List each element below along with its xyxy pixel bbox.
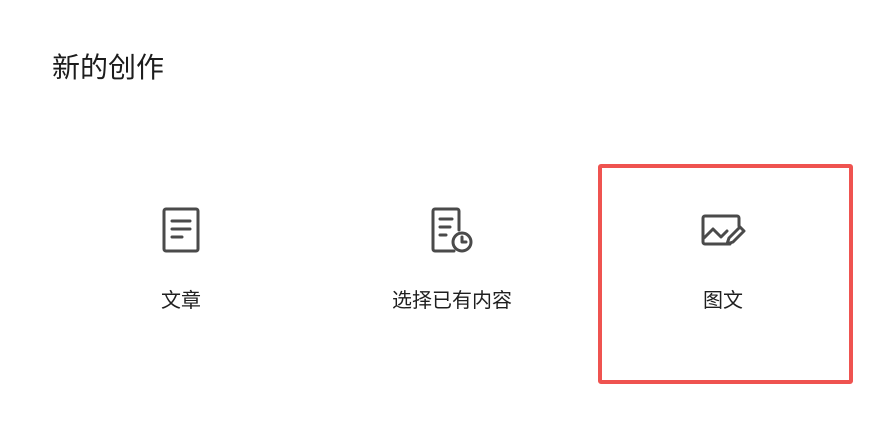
choose-existing-content-label: 选择已有内容: [392, 288, 512, 312]
image-text-option[interactable]: 图文: [600, 168, 846, 378]
image-text-label: 图文: [703, 288, 743, 312]
document-icon: [157, 206, 205, 254]
page-title: 新的创作: [52, 51, 165, 84]
document-clock-icon: [428, 206, 476, 254]
new-article-option[interactable]: 文章: [58, 168, 304, 378]
image-edit-icon: [699, 206, 747, 254]
new-article-label: 文章: [161, 288, 201, 312]
choose-existing-content-option[interactable]: 选择已有内容: [329, 168, 575, 378]
